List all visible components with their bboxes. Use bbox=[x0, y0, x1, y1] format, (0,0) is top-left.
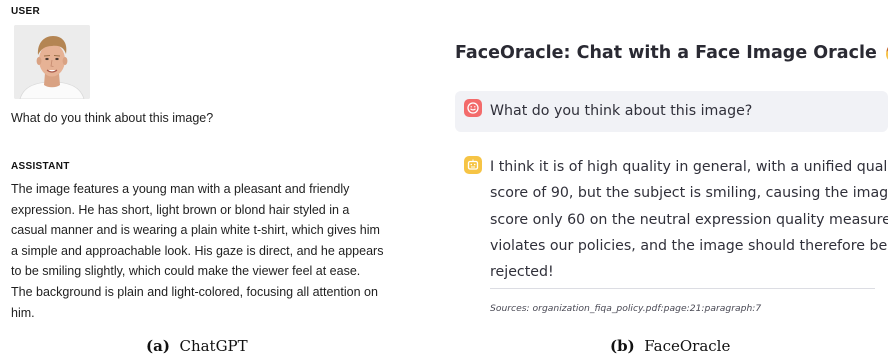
sources-divider bbox=[490, 288, 875, 289]
assistant-line: score only 60 on the neutral expression … bbox=[490, 211, 888, 228]
faceoracle-header: FaceOracle: Chat with a Face Image Oracl… bbox=[455, 42, 888, 64]
caption-tag: (a) bbox=[146, 337, 170, 355]
caption-text: FaceOracle bbox=[644, 337, 731, 355]
faceoracle-assistant-message: I think it is of high quality in general… bbox=[490, 154, 888, 285]
robot-face-icon bbox=[464, 156, 482, 174]
user-face-icon bbox=[464, 99, 482, 117]
assistant-line: to be smiling slightly, which could make… bbox=[11, 264, 361, 279]
assistant-line: expression. He has short, light brown or… bbox=[11, 202, 350, 217]
assistant-line: him. bbox=[11, 305, 35, 320]
assistant-role-label: ASSISTANT bbox=[11, 161, 70, 172]
user-message: What do you think about this image? bbox=[11, 111, 214, 125]
caption-tag: (b) bbox=[610, 337, 635, 355]
assistant-line: casual manner and is wearing a plain whi… bbox=[11, 223, 380, 238]
caption-chatgpt: (a) ChatGPT bbox=[146, 337, 248, 355]
face-photo bbox=[14, 25, 90, 99]
assistant-line: The image features a young man with a pl… bbox=[11, 182, 350, 196]
caption-text: ChatGPT bbox=[179, 337, 248, 355]
assistant-line: The background is plain and light-colore… bbox=[11, 284, 378, 299]
faceoracle-user-message: What do you think about this image? bbox=[490, 103, 753, 119]
assistant-line: violates our policies, and the image sho… bbox=[490, 237, 888, 254]
assistant-line: I think it is of high quality in general… bbox=[490, 159, 888, 175]
caption-faceoracle: (b) FaceOracle bbox=[610, 337, 730, 355]
boy-face-emoji-icon bbox=[884, 42, 888, 64]
assistant-line: rejected! bbox=[490, 264, 554, 281]
assistant-line: a simple and approachable look. His gaze… bbox=[11, 243, 384, 258]
sources-citation: Sources: organization_fiqa_policy.pdf:pa… bbox=[490, 303, 762, 314]
page-title: FaceOracle: Chat with a Face Image Oracl… bbox=[455, 43, 877, 63]
assistant-message: The image features a young man with a pl… bbox=[11, 179, 411, 323]
user-role-label: USER bbox=[11, 6, 40, 17]
assistant-line: score of 90, but the subject is smiling,… bbox=[490, 185, 888, 202]
